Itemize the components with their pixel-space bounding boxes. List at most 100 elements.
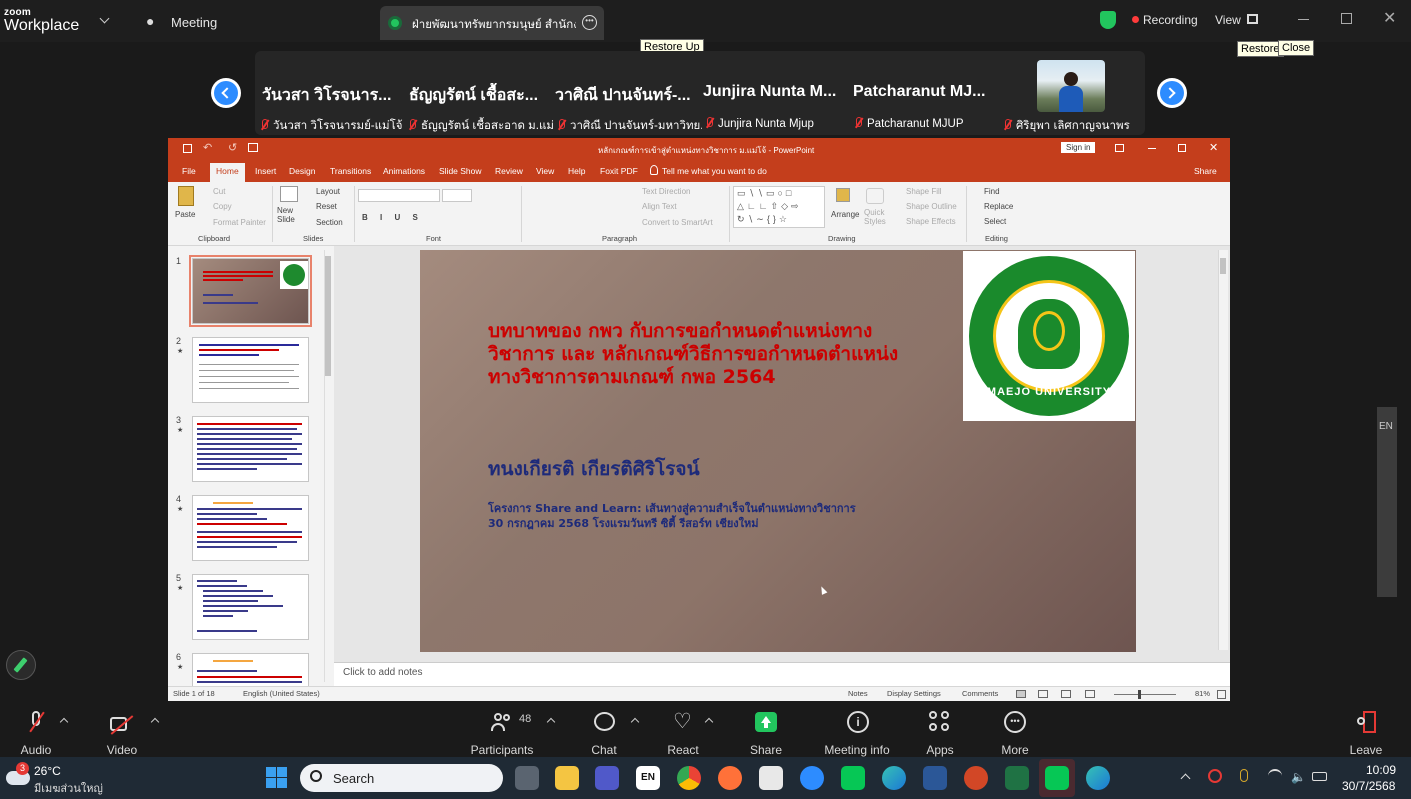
tab-file[interactable]: File [182,166,196,176]
participant-name[interactable]: ธัญญรัตน์ เชื้อสะ... [409,83,549,108]
tab-foxit-pdf[interactable]: Foxit PDF [600,166,638,176]
close-window-icon[interactable]: ✕ [1383,8,1396,28]
slide-thumbnail-1[interactable] [189,255,312,327]
chat-options-chevron[interactable] [630,717,640,727]
slide-title[interactable]: บทบาทของ กพว กับการขอกำหนดตำแหน่งทางวิชา… [488,320,928,389]
start-slideshow-icon[interactable] [248,143,258,152]
video-off-icon[interactable] [110,715,136,735]
react-button[interactable]: React [667,743,698,757]
slide-presenter[interactable]: ทนงเกียรติ เกียรติศิริโรจน์ [488,454,700,484]
convert-smartart-button[interactable]: Convert to SmartArt [642,218,713,227]
audio-button[interactable]: Audio [21,743,52,757]
participants-icon[interactable] [491,713,513,733]
normal-view-icon[interactable] [1016,690,1026,698]
more-icon[interactable]: ••• [1004,711,1026,733]
language-side-panel[interactable]: EN [1377,407,1397,597]
security-shield-icon[interactable] [1100,11,1116,29]
quick-styles-icon[interactable] [866,188,884,204]
share-button[interactable]: Share [1194,166,1217,176]
participant-name[interactable]: วันวสา วิโรจนาร... [262,83,402,108]
video-button[interactable]: Video [107,743,137,757]
participants-button[interactable]: Participants [471,743,534,757]
maximize-icon[interactable] [1178,144,1186,152]
panel-scroll-thumb[interactable] [325,256,331,376]
firefox-icon[interactable] [718,766,742,790]
zoom-slider-thumb[interactable] [1138,690,1141,699]
format-painter-button[interactable]: Format Painter [213,218,266,227]
tab-view[interactable]: View [536,166,554,176]
snipping-tool-icon[interactable] [759,766,783,790]
arrange-button[interactable]: Arrange [831,210,859,219]
shape-fill-button[interactable]: Shape Fill [906,187,942,196]
chat-icon[interactable] [594,712,615,731]
battery-icon[interactable] [1312,772,1327,781]
redo-icon[interactable]: ↺ [228,141,237,154]
chrome-icon[interactable] [677,766,701,790]
shared-screen-tab[interactable]: ฝ่ายพัฒนาทรัพยากรมนุษย์ สำนักงานม ••• [380,6,604,40]
current-slide[interactable]: MAEJO UNIVERSITY บทบาทของ กพว กับการขอกำ… [420,250,1136,652]
minimize-icon[interactable] [1148,148,1156,149]
new-slide-button[interactable]: New Slide [277,206,301,224]
slide-sorter-icon[interactable] [1038,690,1048,698]
font-size-box[interactable] [442,189,472,202]
file-explorer-icon[interactable] [555,766,579,790]
mic-tray-icon[interactable] [1240,769,1248,782]
replace-button[interactable]: Replace [984,202,1013,211]
view-button[interactable]: View [1215,13,1241,27]
chevron-down-icon[interactable] [99,13,110,24]
edge-alt-icon[interactable] [1086,766,1110,790]
layout-button[interactable]: Layout [316,187,340,196]
share-button[interactable]: Share [750,743,782,757]
leave-icon[interactable] [1355,711,1377,735]
share-screen-icon[interactable] [755,712,777,732]
annotate-button[interactable] [6,650,36,680]
comments-button[interactable]: Comments [962,689,998,698]
section-button[interactable]: Section [316,218,343,227]
restore-window-icon[interactable] [1341,13,1352,24]
reading-view-icon[interactable] [1061,690,1071,698]
react-heart-icon[interactable]: ♡ [673,711,692,732]
shape-effects-button[interactable]: Shape Effects [906,217,956,226]
teams-icon[interactable] [595,766,619,790]
display-settings-button[interactable]: Display Settings [887,689,941,698]
react-options-chevron[interactable] [704,717,714,727]
close-icon[interactable]: ✕ [1209,141,1218,154]
apps-icon[interactable] [929,711,951,733]
audio-options-chevron[interactable] [59,717,69,727]
find-button[interactable]: Find [984,187,1000,196]
clock-date[interactable]: 30/7/2568 [1342,779,1395,793]
meeting-info-button[interactable]: Meeting info [824,743,889,757]
word-icon[interactable] [923,766,947,790]
mic-muted-icon[interactable] [27,711,45,737]
powerpoint-icon[interactable] [964,766,988,790]
wifi-icon[interactable] [1268,769,1282,783]
font-format-buttons[interactable]: B I U S [362,213,423,222]
language-status[interactable]: English (United States) [243,689,320,698]
slide-thumbnail-4[interactable] [192,495,309,561]
windows-start-icon[interactable] [266,767,288,789]
notes-button[interactable]: Notes [848,689,868,698]
save-icon[interactable] [183,144,192,153]
fit-to-window-icon[interactable] [1217,690,1226,699]
tab-home[interactable]: Home [210,163,245,182]
select-button[interactable]: Select [984,217,1006,226]
sync-icon[interactable] [1208,769,1222,783]
zoom-app-icon[interactable] [800,766,824,790]
text-direction-button[interactable]: Text Direction [642,187,690,196]
undo-icon[interactable]: ↶ [203,141,212,154]
shapes-gallery[interactable]: ▭∖∖▭○□ △∟∟⇧◇⇨ ↻∖∼{}☆ [733,186,825,228]
system-tray-chevron[interactable] [1180,773,1191,784]
font-name-box[interactable] [358,189,440,202]
slide-thumbnail-2[interactable] [192,337,309,403]
tab-transitions[interactable]: Transitions [330,166,371,176]
quick-styles-button[interactable]: Quick Styles [864,208,886,226]
video-options-chevron[interactable] [150,717,160,727]
notes-placeholder[interactable]: Click to add notes [343,667,423,678]
participant-name[interactable]: วาศิณี ปานจันทร์-... [555,83,700,108]
tab-help[interactable]: Help [568,166,585,176]
participant-name[interactable]: Patcharanut MJ... [853,83,998,101]
leave-button[interactable]: Leave [1350,743,1383,757]
line-app-icon[interactable] [841,766,865,790]
align-text-button[interactable]: Align Text [642,202,677,211]
participant-name[interactable]: Junjira Nunta M... [703,83,848,101]
